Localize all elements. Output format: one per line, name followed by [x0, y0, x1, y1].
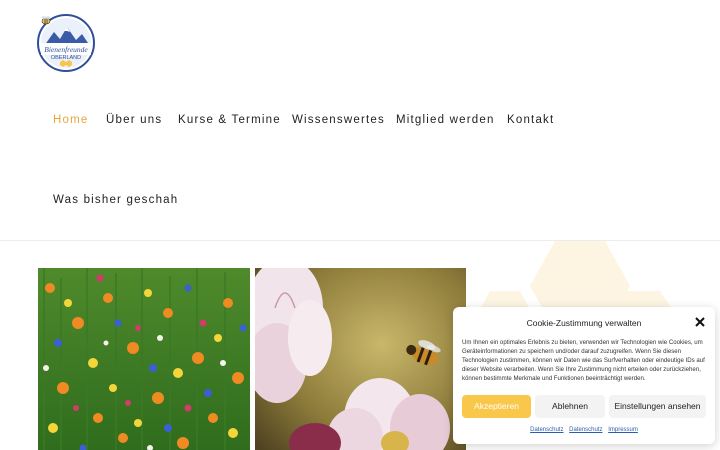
site-header: Bienenfreunde OBERLAND Home Über uns Kur…	[0, 0, 720, 240]
cookie-dialog-text: Um Ihnen ein optimales Erlebnis zu biete…	[462, 339, 705, 382]
bee-on-blossom-image	[255, 268, 466, 450]
nav-item-wissenswertes[interactable]: Wissenswertes	[292, 114, 385, 126]
accept-button[interactable]: Akzeptieren	[462, 395, 531, 418]
nav-item-mitglied-werden[interactable]: Mitglied werden	[396, 114, 495, 126]
imprint-link[interactable]: Impressum	[608, 427, 638, 433]
wildflower-meadow-image	[38, 268, 250, 450]
nav-item-home[interactable]: Home	[53, 114, 88, 126]
view-settings-button[interactable]: Einstellungen ansehen	[609, 395, 706, 418]
close-icon[interactable]	[693, 315, 707, 329]
cookie-consent-dialog: Cookie-Zustimmung verwalten Um Ihnen ein…	[453, 307, 715, 444]
svg-text:Bienenfreunde: Bienenfreunde	[44, 45, 88, 54]
privacy-policy-link[interactable]: Datenschutz	[530, 427, 563, 433]
cookie-dialog-title: Cookie-Zustimmung verwalten	[526, 318, 642, 328]
nav-item-was-bisher-geschah[interactable]: Was bisher geschah	[53, 194, 178, 206]
nav-item-kurse-termine[interactable]: Kurse & Termine	[178, 114, 281, 126]
privacy-policy-link-2[interactable]: Datenschutz	[569, 427, 602, 433]
nav-item-ueber-uns[interactable]: Über uns	[106, 114, 162, 126]
cookie-dialog-links: Datenschutz Datenschutz Impressum	[453, 427, 715, 433]
nav-item-kontakt[interactable]: Kontakt	[507, 114, 554, 126]
deny-button[interactable]: Ablehnen	[535, 395, 605, 418]
svg-text:OBERLAND: OBERLAND	[51, 55, 81, 61]
bienenfreunde-oberland-logo[interactable]: Bienenfreunde OBERLAND	[34, 12, 98, 74]
